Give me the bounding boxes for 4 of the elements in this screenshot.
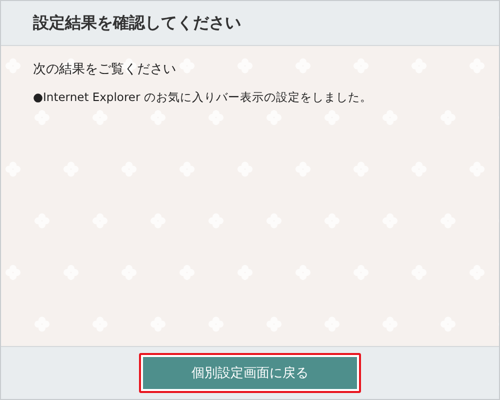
page-title: 設定結果を確認してください: [33, 12, 241, 34]
back-button[interactable]: 個別設定画面に戻る: [143, 357, 357, 389]
result-heading: 次の結果をご覧ください: [33, 61, 177, 78]
result-text: ●Internet Explorer のお気に入りバー表示の設定をしました。: [33, 90, 373, 105]
